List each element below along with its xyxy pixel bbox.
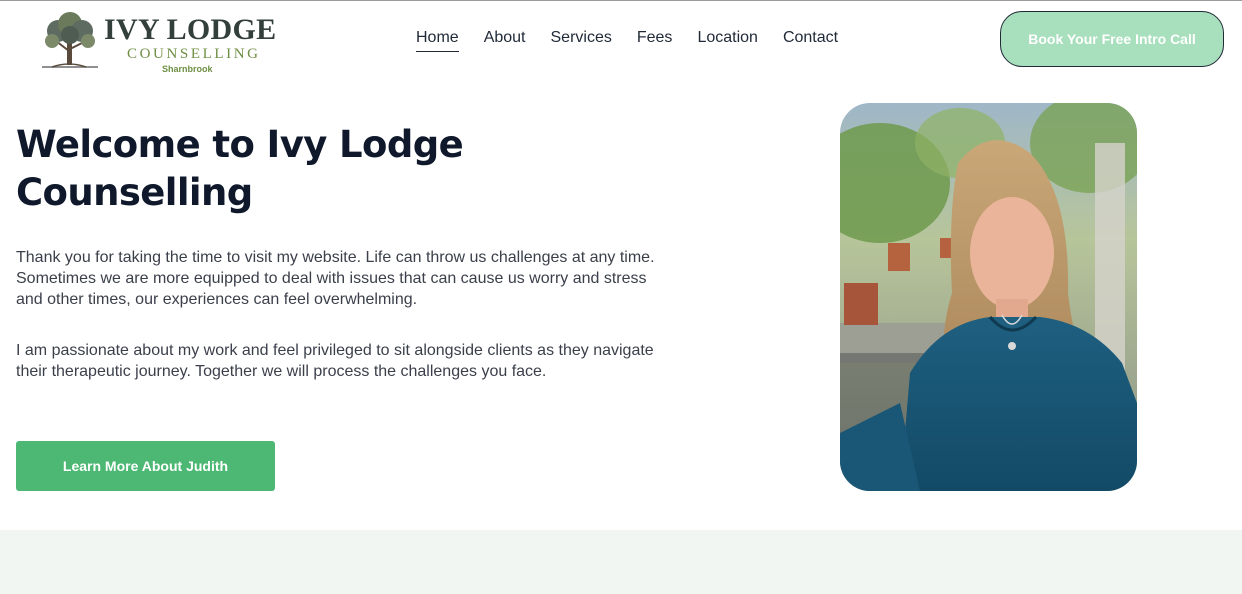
nav-fees[interactable]: Fees [637, 28, 673, 52]
intro-paragraph: Thank you for taking the time to visit m… [16, 249, 655, 308]
logo-subtitle: COUNSELLING [127, 46, 261, 62]
tree-icon [42, 12, 98, 68]
logo-place: Sharnbrook [162, 64, 213, 74]
next-section-band [0, 530, 1242, 594]
site-logo[interactable]: IVY LODGE COUNSELLING Sharnbrook [38, 9, 277, 74]
nav-location[interactable]: Location [697, 28, 758, 52]
main-nav: Home About Services Fees Location Contac… [416, 28, 863, 52]
passion-paragraph: I am passionate about my work and feel p… [16, 342, 654, 380]
nav-contact[interactable]: Contact [783, 28, 838, 52]
counsellor-portrait [840, 103, 1137, 491]
nav-about[interactable]: About [484, 28, 526, 52]
page-title: Welcome to Ivy Lodge Counselling [16, 123, 464, 214]
book-intro-call-button[interactable]: Book Your Free Intro Call [1000, 11, 1224, 67]
nav-home[interactable]: Home [416, 28, 459, 52]
site-header: IVY LODGE COUNSELLING Sharnbrook Home Ab… [0, 1, 1242, 79]
nav-services[interactable]: Services [551, 28, 612, 52]
learn-more-button[interactable]: Learn More About Judith [16, 441, 275, 491]
logo-title: IVY LODGE [104, 13, 277, 46]
